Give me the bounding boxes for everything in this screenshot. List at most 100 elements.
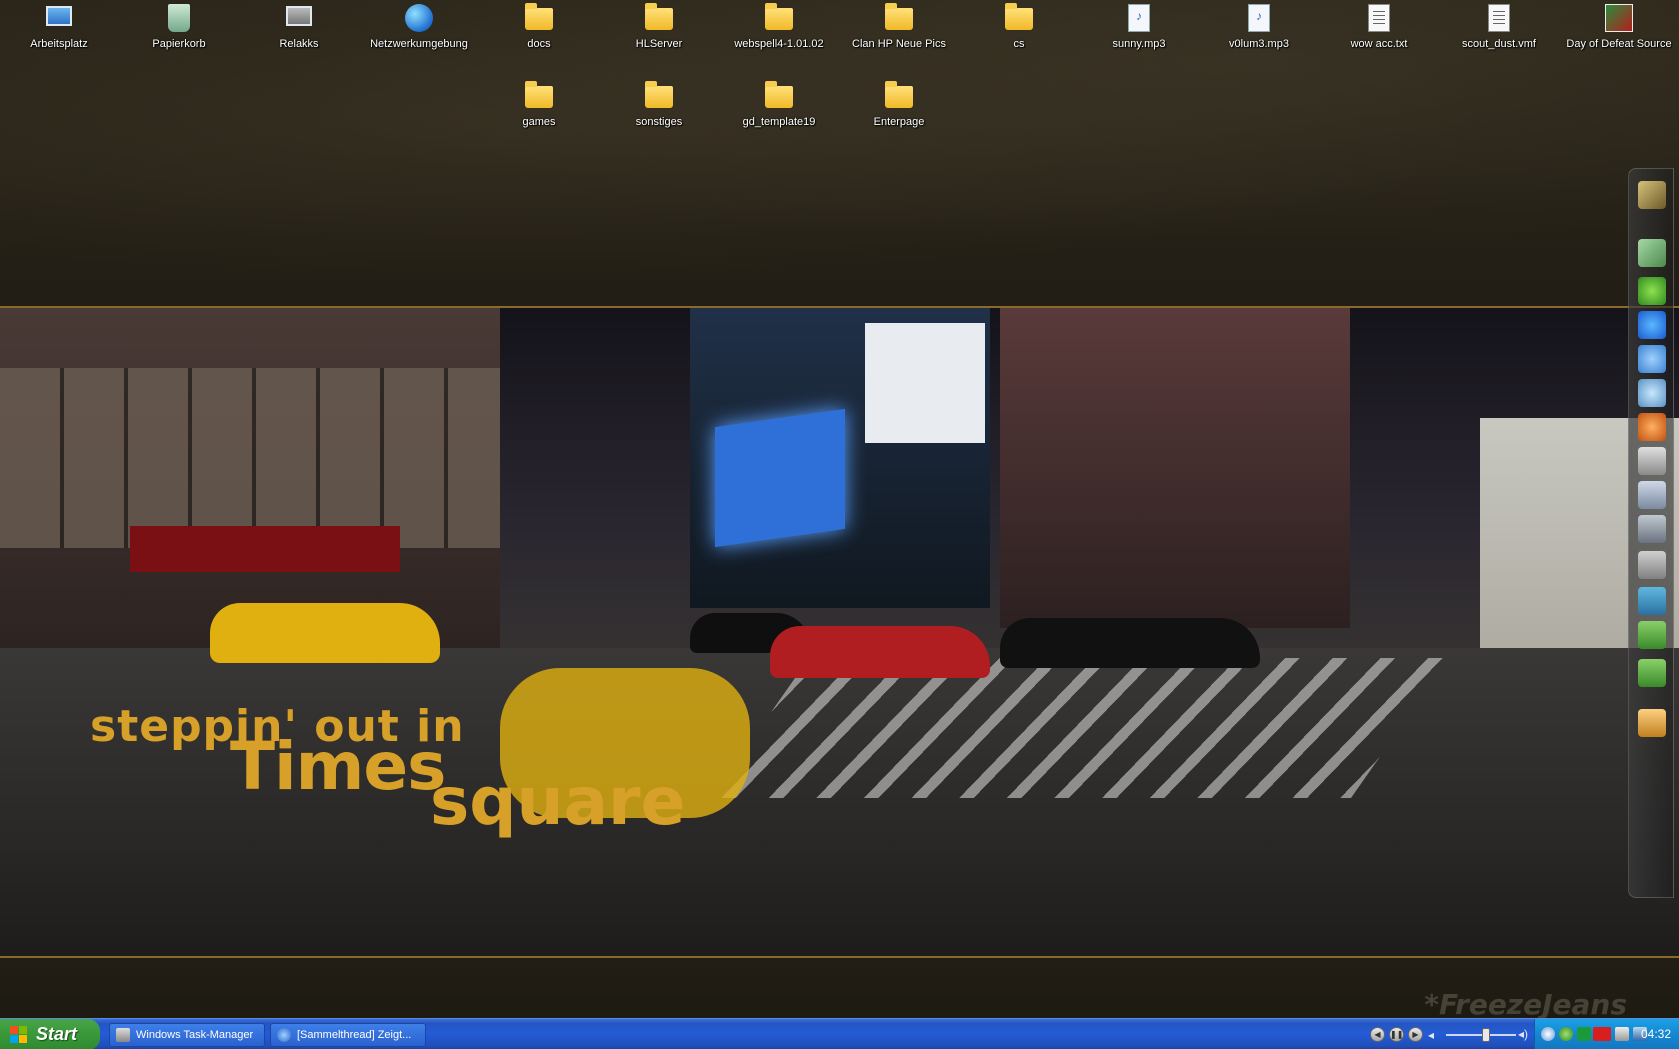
folder-icon [645, 81, 673, 108]
dock-app-icon[interactable] [1638, 277, 1666, 305]
network-shortcut-icon [286, 6, 312, 26]
desktop-icon-webspell[interactable]: webspell4-1.01.02 [724, 2, 834, 50]
desktop-icon-sunny-mp3[interactable]: ♪ sunny.mp3 [1084, 2, 1194, 50]
desktop-icon-label: Clan HP Neue Pics [852, 38, 946, 50]
start-button[interactable]: Start [0, 1019, 100, 1049]
desktop-icon-scout-dust-vmf[interactable]: scout_dust.vmf [1444, 2, 1554, 50]
taskbar-task-label: [Sammelthread] Zeigt... [297, 1029, 412, 1041]
dock-app-icon[interactable] [1638, 311, 1666, 339]
taskbar-task-browser[interactable]: [Sammelthread] Zeigt... [270, 1023, 426, 1047]
desktop-icon-label: webspell4-1.01.02 [734, 38, 824, 50]
taskbar-task-task-manager[interactable]: Windows Task-Manager [109, 1023, 265, 1047]
desktop-icon-label: Netzwerkumgebung [370, 38, 468, 50]
desktop-icon-label: Arbeitsplatz [30, 38, 88, 50]
desktop-icon-hlserver[interactable]: HLServer [604, 2, 714, 50]
ati-icon[interactable] [1593, 1027, 1611, 1041]
desktop-icon-label: Enterpage [873, 116, 925, 128]
browser-icon [277, 1028, 291, 1042]
dock-app-icon[interactable] [1638, 379, 1666, 407]
mp3-file-icon: ♪ [1248, 4, 1270, 32]
wallpaper-sign [130, 526, 400, 572]
pause-icon[interactable]: ❚❚ [1389, 1027, 1404, 1042]
desktop-icon-label: Relakks [279, 38, 319, 50]
dock-app-icon[interactable] [1638, 551, 1666, 579]
desktop-icon-label: Day of Defeat Source [1566, 38, 1672, 50]
desktop-icon-sonstiges[interactable]: sonstiges [604, 80, 714, 128]
clock: 04:32 [1640, 1027, 1671, 1041]
folder-icon [525, 3, 553, 30]
volume-low-icon: ◂ [1428, 1028, 1435, 1042]
dock-app-icon[interactable] [1638, 239, 1666, 267]
desktop-icon-label: sunny.mp3 [1112, 38, 1166, 50]
side-dock [1628, 168, 1674, 898]
dock-app-icon[interactable] [1638, 659, 1666, 687]
tray-monitor-icon[interactable] [1615, 1027, 1629, 1041]
dock-app-icon[interactable] [1638, 515, 1666, 543]
desktop-icon-relakks[interactable]: Relakks [244, 2, 354, 50]
taskbar: Start Windows Task-Manager [Sammelthread… [0, 1018, 1679, 1049]
desktop-icon-arbeitsplatz[interactable]: Arbeitsplatz [4, 2, 114, 50]
desktop-icon-label: Papierkorb [152, 38, 206, 50]
dock-app-icon[interactable] [1638, 345, 1666, 373]
volume-slider-track[interactable] [1446, 1034, 1516, 1036]
tray-app-icon[interactable] [1577, 1027, 1591, 1041]
desktop-icon-label: gd_template19 [742, 116, 816, 128]
desktop-icon-enterpage[interactable]: Enterpage [844, 80, 954, 128]
dock-app-icon[interactable] [1638, 447, 1666, 475]
wallpaper-car [1000, 618, 1260, 668]
start-label: Start [36, 1024, 78, 1044]
desktop-icon-label: v0lum3.mp3 [1229, 38, 1289, 50]
dock-app-icon[interactable] [1638, 481, 1666, 509]
wallpaper-billboard [865, 323, 985, 443]
desktop-icon-wow-acc-txt[interactable]: wow acc.txt [1324, 2, 1434, 50]
dock-app-icon[interactable] [1638, 621, 1666, 649]
desktop-icon-day-of-defeat-source[interactable]: Day of Defeat Source [1562, 2, 1676, 50]
computer-icon [46, 6, 72, 26]
desktop-icon-label: sonstiges [635, 116, 683, 128]
previous-track-icon[interactable]: ◀ [1370, 1027, 1385, 1042]
desktop-icon-netzwerkumgebung[interactable]: Netzwerkumgebung [364, 2, 474, 50]
desktop-icon-cs[interactable]: cs [964, 2, 1074, 50]
desktop-icon-label: HLServer [635, 38, 683, 50]
vmf-file-icon [1488, 4, 1510, 32]
wallpaper-taxi [210, 603, 440, 663]
folder-icon [765, 3, 793, 30]
folder-icon [885, 81, 913, 108]
network-places-icon [405, 4, 433, 32]
recycle-bin-icon [168, 4, 190, 32]
desktop-icon-label: wow acc.txt [1350, 38, 1408, 50]
text-file-icon [1368, 4, 1390, 32]
wallpaper-billboard [715, 408, 845, 548]
media-toolbar: ◀ ❚❚ ▶ ◂ ◂) [1366, 1019, 1534, 1049]
dock-app-icon[interactable] [1638, 709, 1666, 737]
wallpaper-title-line3: square [430, 763, 686, 840]
desktop-icon-label: cs [1013, 38, 1025, 50]
desktop-icon-label: scout_dust.vmf [1462, 38, 1536, 50]
desktop-icon-games[interactable]: games [484, 80, 594, 128]
desktop-icon-papierkorb[interactable]: Papierkorb [124, 2, 234, 50]
desktop-icon-v0lum3-mp3[interactable]: ♪ v0lum3.mp3 [1204, 2, 1314, 50]
wallpaper-car [770, 626, 990, 678]
volume-high-icon: ◂) [1518, 1027, 1529, 1041]
next-track-icon[interactable]: ▶ [1408, 1027, 1423, 1042]
wallpaper-building [1000, 308, 1350, 628]
dock-app-icon[interactable] [1638, 413, 1666, 441]
desktop-icon-label: games [522, 116, 556, 128]
dock-app-icon[interactable] [1638, 181, 1666, 209]
folder-icon [1005, 3, 1033, 30]
desktop-icon-clan-hp-neue-pics[interactable]: Clan HP Neue Pics [844, 2, 954, 50]
wallpaper-watermark: *FreezeJeans [1424, 988, 1627, 1021]
volume-slider-knob[interactable] [1482, 1028, 1490, 1042]
wallpaper-photo: steppin' out in Times square [0, 306, 1679, 958]
dock-app-icon[interactable] [1638, 587, 1666, 615]
task-manager-icon [116, 1028, 130, 1042]
tray-expand-icon[interactable] [1541, 1027, 1555, 1041]
folder-icon [885, 3, 913, 30]
game-shortcut-icon [1605, 4, 1633, 32]
desktop-icon-gd-template19[interactable]: gd_template19 [724, 80, 834, 128]
system-tray: 04:32 [1534, 1019, 1679, 1049]
desktop-icon-docs[interactable]: docs [484, 2, 594, 50]
wallpaper-crosswalk [710, 658, 1450, 798]
tray-app-icon[interactable] [1559, 1027, 1573, 1041]
mp3-file-icon: ♪ [1128, 4, 1150, 32]
